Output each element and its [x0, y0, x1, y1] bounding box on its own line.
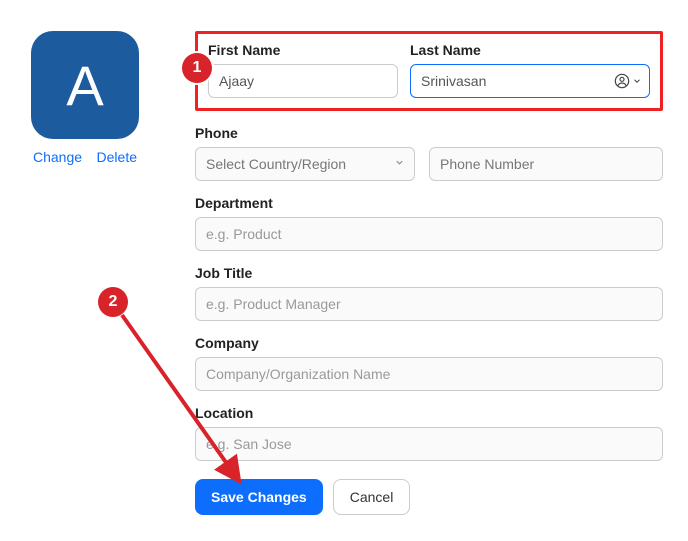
phone-label: Phone	[195, 125, 663, 141]
department-input[interactable]	[195, 217, 663, 251]
phone-country-select[interactable]	[195, 147, 415, 181]
location-label: Location	[195, 405, 663, 421]
cancel-button[interactable]: Cancel	[333, 479, 411, 515]
save-changes-button[interactable]: Save Changes	[195, 479, 323, 515]
department-label: Department	[195, 195, 663, 211]
last-name-contact-icon[interactable]	[614, 73, 642, 89]
job-title-input[interactable]	[195, 287, 663, 321]
avatar-delete-link[interactable]: Delete	[97, 149, 137, 165]
annotation-badge-2: 2	[98, 287, 128, 317]
last-name-label: Last Name	[410, 42, 650, 58]
avatar: A	[31, 31, 139, 139]
first-name-input[interactable]	[208, 64, 398, 98]
avatar-change-link[interactable]: Change	[33, 149, 82, 165]
phone-number-input[interactable]	[429, 147, 663, 181]
company-label: Company	[195, 335, 663, 351]
name-fields-highlight: First Name Last Name	[195, 31, 663, 111]
chevron-down-icon	[632, 76, 642, 86]
job-title-label: Job Title	[195, 265, 663, 281]
location-input[interactable]	[195, 427, 663, 461]
first-name-label: First Name	[208, 42, 398, 58]
company-input[interactable]	[195, 357, 663, 391]
annotation-badge-1: 1	[182, 53, 212, 83]
